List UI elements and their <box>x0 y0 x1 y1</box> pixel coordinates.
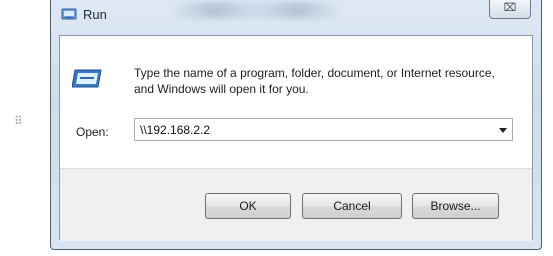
run-dialog-window: Run ⌧ Type the name of a program, folder… <box>50 0 542 250</box>
open-input-value[interactable]: \\192.168.2.2 <box>140 123 210 137</box>
close-button[interactable]: ⌧ <box>489 0 531 19</box>
dialog-body: Type the name of a program, folder, docu… <box>59 35 533 241</box>
drag-grip-icon[interactable]: ⠿ <box>14 115 24 127</box>
open-label: Open: <box>76 125 109 139</box>
dialog-description: Type the name of a program, folder, docu… <box>134 66 495 96</box>
run-app-icon <box>61 8 77 20</box>
dropdown-arrow-icon[interactable] <box>499 128 507 133</box>
title-bar-background-blur <box>171 2 341 18</box>
cancel-button[interactable]: Cancel <box>302 193 402 219</box>
title-bar[interactable]: Run ⌧ <box>51 0 541 33</box>
run-icon <box>72 69 102 88</box>
open-combobox[interactable]: \\192.168.2.2 <box>134 118 513 141</box>
ok-button[interactable]: OK <box>205 193 291 219</box>
window-title: Run <box>83 7 107 22</box>
browse-button[interactable]: Browse... <box>412 193 499 219</box>
